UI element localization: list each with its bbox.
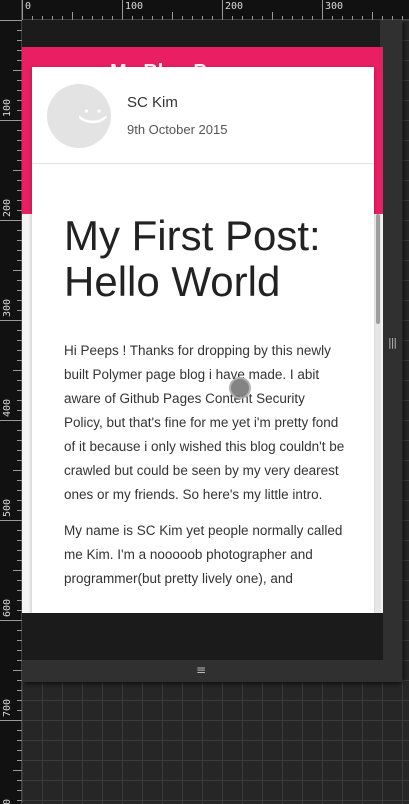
device-bottom-bar (22, 613, 383, 660)
ruler-left-label: 100 (2, 98, 13, 117)
avatar-face: :) (78, 106, 111, 126)
ruler-tick (13, 170, 22, 171)
touch-pointer-icon (229, 377, 251, 399)
ruler-tick (372, 12, 373, 20)
ruler-tick (0, 520, 22, 521)
post-card: :) SC Kim 9th October 2015 My First Post… (32, 67, 374, 613)
ruler-tick (272, 12, 273, 20)
ruler-tick (13, 570, 22, 571)
ruler-tick (402, 16, 403, 20)
avatar: :) (47, 84, 111, 148)
device-bottom-resize-bar[interactable] (22, 660, 402, 682)
ruler-tick (13, 270, 22, 271)
ruler-top-label: 200 (225, 1, 244, 12)
ruler-left: 100 200 300 400 500 600 700 800 (0, 0, 22, 804)
ruler-left-label: 200 (2, 198, 13, 217)
ruler-tick (17, 750, 22, 751)
author-name: SC Kim (127, 94, 178, 111)
ruler-top-label: 300 (325, 1, 344, 12)
ruler-top: 0 100 200 300 (0, 0, 409, 20)
ruler-tick (0, 320, 22, 321)
ruler-tick (17, 800, 22, 801)
post-title: My First Post: Hello World (64, 212, 321, 305)
ruler-tick (0, 620, 22, 621)
ruler-tick (17, 740, 22, 741)
ruler-tick (17, 690, 22, 691)
ruler-tick (122, 0, 123, 20)
post-body: Hi Peeps ! Thanks for dropping by this n… (64, 339, 346, 603)
ruler-tick (22, 0, 23, 20)
ruler-tick (172, 12, 173, 20)
post-date: 9th October 2015 (127, 122, 228, 137)
emulator-stage: 0100200300 100200300400500600700800 ||| … (0, 0, 409, 804)
ruler-left-label: 800 (2, 799, 13, 804)
ruler-tick (13, 470, 22, 471)
ruler-top-label: 100 (125, 1, 144, 12)
ruler-tick (13, 770, 22, 771)
ruler-tick (222, 0, 223, 20)
ruler-tick (0, 220, 22, 221)
ruler-tick (0, 720, 22, 721)
ruler-left-label: 300 (2, 298, 13, 317)
ruler-tick (17, 710, 22, 711)
ruler-tick (17, 760, 22, 761)
ruler-tick (17, 780, 22, 781)
resize-handle-icon[interactable]: ≡ (196, 663, 206, 677)
post-paragraph: My name is SC Kim yet people normally ca… (64, 523, 343, 586)
ruler-left-label: 500 (2, 498, 13, 517)
resize-handle-icon[interactable]: ||| (388, 336, 397, 349)
ruler-tick (72, 12, 73, 20)
device-side-resize-bar[interactable] (380, 20, 402, 682)
author-row: :) SC Kim 9th October 2015 (32, 67, 374, 164)
ruler-tick (17, 700, 22, 701)
ruler-tick (13, 70, 22, 71)
ruler-left-label: 400 (2, 398, 13, 417)
ruler-tick (0, 120, 22, 121)
ruler-left-label: 600 (2, 598, 13, 617)
ruler-top-label: 0 (25, 1, 32, 12)
device-viewport: My Blog Page :) SC Kim 9th October 2015 … (22, 47, 383, 613)
ruler-tick (17, 730, 22, 731)
ruler-tick (17, 790, 22, 791)
post-paragraph: Hi Peeps ! Thanks for dropping by this n… (64, 343, 345, 502)
ruler-tick (13, 370, 22, 371)
ruler-left-label: 700 (2, 698, 13, 717)
ruler-tick (0, 420, 22, 421)
ruler-tick (322, 0, 323, 20)
ruler-tick (13, 670, 22, 671)
scrollbar-thumb[interactable] (376, 214, 380, 324)
ruler-tick (0, 20, 22, 21)
